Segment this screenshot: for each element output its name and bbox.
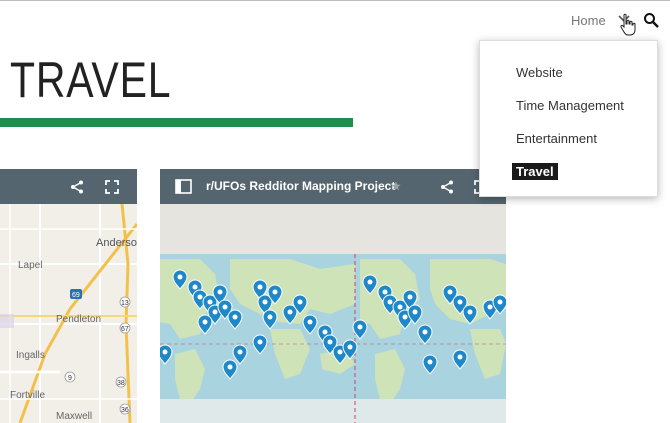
map-label: Ingalls xyxy=(16,350,45,361)
map-pin-dot xyxy=(327,339,333,345)
map-pin-dot xyxy=(407,294,413,300)
map-pin-dot xyxy=(192,284,198,290)
top-border xyxy=(0,0,670,1)
map-title: r/UFOs Redditor Mapping Project xyxy=(206,179,396,193)
map-pin-dot xyxy=(497,299,503,305)
fullscreen-icon[interactable] xyxy=(105,180,119,194)
map-pin-dot xyxy=(387,299,393,305)
ufo-map-header: r/UFOs Redditor Mapping Project xyxy=(160,169,506,204)
map-pin-dot xyxy=(197,294,203,300)
map-pin-dot xyxy=(402,314,408,320)
map-label: Pendleton xyxy=(56,314,101,325)
ufo-map-card[interactable]: r/UFOs Redditor Mapping Project xyxy=(160,169,506,423)
map-pin-dot xyxy=(207,299,213,305)
title-underline xyxy=(0,118,353,127)
map-pin-dot xyxy=(267,314,273,320)
menu-item-time-management[interactable]: Time Management xyxy=(516,98,624,113)
map-pin-dot xyxy=(227,364,233,370)
map-pin-dot xyxy=(397,304,403,310)
map-pin-dot xyxy=(367,279,373,285)
map-pin-dot xyxy=(257,284,263,290)
map-pin-dot xyxy=(457,299,463,305)
map-pin-dot xyxy=(337,349,343,355)
map-label: Anderson xyxy=(96,237,137,249)
map-label: Maxwell xyxy=(56,411,92,422)
map-pin-dot xyxy=(412,309,418,315)
map-pin-dot xyxy=(262,299,268,305)
map-pin-dot xyxy=(457,354,463,360)
route-shield: 36 xyxy=(121,407,129,414)
page-title: TRAVEL xyxy=(10,52,172,108)
map-pin-dot xyxy=(287,309,293,315)
map-label: Lapel xyxy=(18,260,42,271)
map-pin-dot xyxy=(357,324,363,330)
map-pin-dot xyxy=(307,319,313,325)
map-pin-dot xyxy=(202,319,208,325)
map-pin-dot xyxy=(487,304,493,310)
map-pin-dot xyxy=(422,329,428,335)
hand-pointer-icon xyxy=(620,13,636,36)
route-shield: 38 xyxy=(117,380,125,387)
nav-home-link[interactable]: Home xyxy=(571,13,606,28)
star-icon[interactable] xyxy=(391,181,401,191)
map-pin-dot xyxy=(162,349,168,355)
map-pin-dot xyxy=(272,289,278,295)
map-pin-dot xyxy=(347,344,353,350)
left-map-card[interactable]: Anderson Lapel Pendleton Ingalls Fortvil… xyxy=(0,169,137,423)
map-pin-dot xyxy=(447,289,453,295)
map-pin-dot xyxy=(237,349,243,355)
menu-item-travel[interactable]: Travel xyxy=(512,163,558,180)
map-pin-dot xyxy=(232,314,238,320)
map-pin-dot xyxy=(467,309,473,315)
map-pin-dot xyxy=(217,289,223,295)
left-map-header xyxy=(0,169,137,204)
share-icon[interactable] xyxy=(70,180,84,194)
map-pin-dot xyxy=(212,309,218,315)
map-pin-dot xyxy=(427,359,433,365)
highway-shield: 69 xyxy=(72,292,80,299)
search-icon[interactable] xyxy=(643,12,659,28)
map-pin-dot xyxy=(222,304,228,310)
route-shield: 13 xyxy=(121,300,129,307)
menu-item-website[interactable]: Website xyxy=(516,65,563,80)
sidebar-panel-icon[interactable] xyxy=(175,179,192,194)
road-map[interactable]: Anderson Lapel Pendleton Ingalls Fortvil… xyxy=(0,204,137,423)
menu-item-entertainment[interactable]: Entertainment xyxy=(516,131,597,146)
map-pin-dot xyxy=(382,289,388,295)
map-pin-dot xyxy=(257,339,263,345)
map-pin-dot xyxy=(177,274,183,280)
map-label: Fortville xyxy=(10,390,45,401)
world-map[interactable] xyxy=(160,204,506,423)
route-shield: 67 xyxy=(121,326,129,333)
map-pin-dot xyxy=(322,329,328,335)
map-pin-dot xyxy=(297,299,303,305)
share-icon[interactable] xyxy=(440,180,454,194)
category-dropdown-menu: Website Time Management Entertainment Tr… xyxy=(479,40,658,197)
route-shield: 9 xyxy=(68,375,72,382)
